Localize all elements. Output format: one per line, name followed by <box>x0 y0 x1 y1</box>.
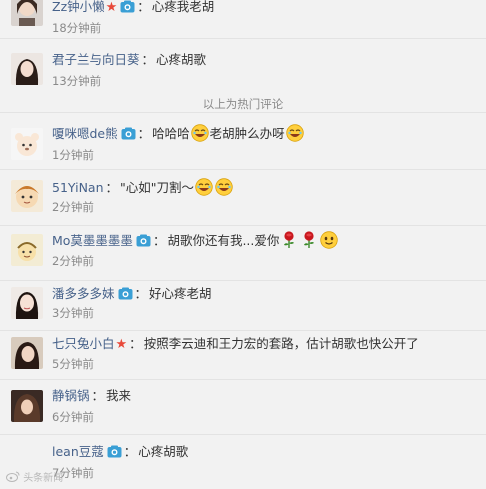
hot-comments-divider: 以上为热门评论 <box>202 97 284 111</box>
username[interactable]: 君子兰与向日葵 <box>52 52 140 67</box>
comment-item: Zz钟小懒★ ：心疼我老胡 18分钟前 <box>0 0 486 39</box>
timestamp: 2分钟前 <box>52 200 94 214</box>
avatar[interactable] <box>11 128 43 160</box>
separator: ： <box>137 0 150 14</box>
username[interactable]: Zz钟小懒 <box>52 0 105 14</box>
comment-text: 胡歌你还有我...爱你 <box>167 233 280 248</box>
comment-line: Zz钟小懒★ ：心疼我老胡 <box>52 0 214 16</box>
comment-text: 我来 <box>106 388 132 403</box>
comment-text: "心如"刀割～ <box>120 180 195 195</box>
timestamp: 5分钟前 <box>52 357 94 371</box>
comment-text: 哈哈哈 <box>152 126 190 141</box>
separator: ： <box>152 233 166 248</box>
username[interactable]: lean豆蔻 <box>52 444 104 459</box>
username[interactable]: 潘多多多妹 <box>52 286 115 301</box>
star-icon: ★ <box>115 337 128 352</box>
separator: ： <box>129 336 142 351</box>
comment-line: 七只兔小白★：按照李云迪和王力宏的套路，估计胡歌也快公开了 <box>52 335 419 353</box>
username[interactable]: 七只兔小白 <box>52 336 115 351</box>
separator: ： <box>91 388 105 403</box>
member-badge-icon[interactable] <box>107 445 122 458</box>
comment-line: 潘多多多妹 ：好心疼老胡 <box>52 285 212 303</box>
comment-item: 七只兔小白★：按照李云迪和王力宏的套路，估计胡歌也快公开了 5分钟前 <box>0 330 486 380</box>
comment-item: 嗄咪嗯de熊 ：哈哈哈 老胡肿么办呀 1分钟前 <box>0 112 486 170</box>
rose-icon <box>301 231 317 249</box>
laughing-emoji-icon <box>285 124 304 142</box>
comment-item: 君子兰与向日葵：心疼胡歌 13分钟前 <box>0 38 486 94</box>
separator: ： <box>141 52 155 67</box>
timestamp: 18分钟前 <box>52 21 102 35</box>
comment-item: 51YiNan： "心如"刀割～ 2分钟前 <box>0 168 486 226</box>
avatar[interactable] <box>11 287 43 319</box>
laughing-emoji-icon <box>195 178 213 196</box>
weibo-logo-icon <box>6 471 20 482</box>
star-icon: ★ <box>105 0 118 15</box>
avatar[interactable] <box>11 180 43 212</box>
timestamp: 3分钟前 <box>52 306 94 320</box>
watermark: 头条新闻 <box>6 471 63 485</box>
username[interactable]: 嗄咪嗯de熊 <box>52 126 118 141</box>
username[interactable]: Mo莫墨墨墨墨 <box>52 233 133 248</box>
timestamp: 1分钟前 <box>52 148 94 162</box>
member-badge-icon[interactable] <box>136 234 151 247</box>
avatar[interactable] <box>11 234 43 266</box>
separator: ： <box>105 180 119 195</box>
comment-line: 静锅锅：我来 <box>52 387 131 405</box>
member-badge-icon[interactable] <box>120 0 135 13</box>
comment-text: 好心疼老胡 <box>149 286 212 301</box>
avatar[interactable] <box>11 390 43 422</box>
avatar[interactable] <box>11 0 43 26</box>
separator: ： <box>123 444 137 459</box>
comment-text: 心疼我老胡 <box>151 0 215 14</box>
member-badge-icon[interactable] <box>118 287 133 300</box>
username[interactable]: 静锅锅 <box>52 388 90 403</box>
timestamp: 6分钟前 <box>52 410 94 424</box>
comment-text: 心疼胡歌 <box>156 52 207 67</box>
comment-line: 51YiNan： "心如"刀割～ <box>52 178 234 196</box>
comment-item: 静锅锅：我来 6分钟前 <box>0 379 486 435</box>
laughing-emoji-icon <box>190 124 209 142</box>
smile-emoji-icon <box>320 231 339 249</box>
comment-line: lean豆蔻 ：心疼胡歌 <box>52 443 188 461</box>
comment-item: 潘多多多妹 ：好心疼老胡 3分钟前 <box>0 280 486 331</box>
watermark-text: 头条新闻 <box>23 473 64 484</box>
username[interactable]: 51YiNan <box>52 180 104 195</box>
comment-line: 君子兰与向日葵：心疼胡歌 <box>52 51 206 69</box>
comment-item: Mo莫墨墨墨墨 ：胡歌你还有我...爱你 2分钟前 <box>0 225 486 281</box>
comment-text: 按照李云迪和王力宏的套路，估计胡歌也快公开了 <box>143 336 419 351</box>
timestamp: 2分钟前 <box>52 254 94 268</box>
separator: ： <box>134 286 148 301</box>
member-badge-icon[interactable] <box>121 127 136 140</box>
rose-icon <box>281 231 297 249</box>
comment-text: 心疼胡歌 <box>138 444 189 459</box>
comment-line: Mo莫墨墨墨墨 ：胡歌你还有我...爱你 <box>52 231 339 249</box>
timestamp: 13分钟前 <box>52 74 102 88</box>
comment-line: 嗄咪嗯de熊 ：哈哈哈 老胡肿么办呀 <box>52 124 305 142</box>
comment-item: lean豆蔻：心疼胡歌 7分钟前 <box>0 434 486 489</box>
avatar[interactable] <box>11 337 43 369</box>
avatar[interactable] <box>11 53 43 85</box>
separator: ： <box>137 126 151 141</box>
comment-text: 老胡肿么办呀 <box>209 126 285 141</box>
laughing-emoji-icon <box>215 178 233 196</box>
